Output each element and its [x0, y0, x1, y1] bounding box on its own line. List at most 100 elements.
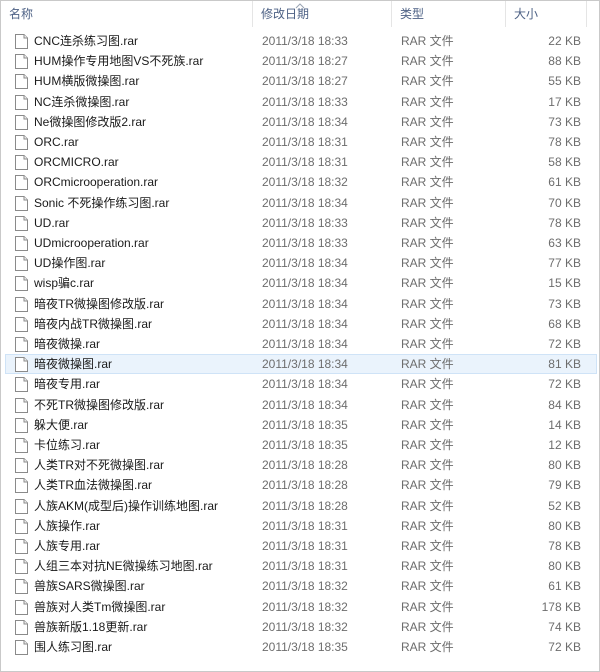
- file-row[interactable]: CNC连杀练习图.rar 2011/3/18 18:33 RAR 文件 22 KB: [5, 31, 597, 51]
- file-type: RAR 文件: [401, 34, 454, 48]
- file-icon: [15, 175, 28, 191]
- file-type: RAR 文件: [401, 114, 454, 129]
- file-size: 61 KB: [548, 175, 581, 190]
- column-header-size[interactable]: 大小: [506, 1, 586, 27]
- file-icon: [15, 74, 28, 90]
- file-icon: [15, 114, 28, 130]
- file-size: 14 KB: [548, 417, 581, 432]
- file-size: 15 KB: [548, 276, 581, 291]
- file-name: 不死TR微操图修改版.rar: [34, 397, 164, 412]
- file-row[interactable]: HUM横版微操图.rar 2011/3/18 18:27 RAR 文件 55 KB: [5, 71, 597, 91]
- file-row[interactable]: ORCMICRO.rar 2011/3/18 18:31 RAR 文件 58 KB: [5, 152, 597, 172]
- file-modified-date: 2011/3/18 18:33: [262, 236, 348, 250]
- file-size: 73 KB: [548, 114, 581, 129]
- column-divider[interactable]: [586, 1, 587, 27]
- file-icon: [15, 619, 28, 635]
- file-size: 52 KB: [548, 498, 581, 513]
- file-type: RAR 文件: [401, 94, 454, 109]
- file-row[interactable]: 暗夜专用.rar 2011/3/18 18:34 RAR 文件 72 KB: [5, 374, 597, 394]
- file-name: 暗夜微操.rar: [34, 337, 101, 351]
- file-icon: [15, 559, 28, 575]
- file-row[interactable]: 兽族新版1.18更新.rar 2011/3/18 18:32 RAR 文件 74 KB: [5, 617, 597, 637]
- column-header-name[interactable]: 名称: [1, 1, 252, 27]
- file-icon: [15, 316, 28, 332]
- file-row[interactable]: 暗夜微操.rar 2011/3/18 18:34 RAR 文件 72 KB: [5, 334, 597, 354]
- file-name: UD.rar: [34, 215, 70, 230]
- file-name: 人族操作.rar: [34, 518, 101, 533]
- file-name: Sonic 不死操作练习图.rar: [34, 195, 170, 210]
- file-size: 78 KB: [548, 135, 581, 149]
- file-type: RAR 文件: [401, 256, 454, 271]
- file-row[interactable]: 躲大便.rar 2011/3/18 18:35 RAR 文件 14 KB: [5, 415, 597, 435]
- column-header-date[interactable]: 修改日期: [253, 1, 391, 27]
- file-modified-date: 2011/3/18 18:33: [262, 34, 348, 48]
- file-modified-date: 2011/3/18 18:34: [262, 357, 348, 372]
- file-type: RAR 文件: [401, 296, 454, 311]
- file-size: 70 KB: [548, 195, 581, 210]
- file-modified-date: 2011/3/18 18:28: [262, 498, 348, 513]
- file-row[interactable]: UDmicrooperation.rar 2011/3/18 18:33 RAR 文…: [5, 233, 597, 253]
- file-modified-date: 2011/3/18 18:28: [262, 458, 348, 473]
- file-icon: [15, 276, 28, 292]
- file-size: 17 KB: [548, 94, 581, 109]
- file-modified-date: 2011/3/18 18:33: [262, 94, 348, 109]
- file-name: 人组三本对抗NE微操练习地图.rar: [34, 559, 213, 574]
- file-size: 58 KB: [548, 155, 581, 170]
- file-name: 暗夜专用.rar: [34, 377, 101, 392]
- file-row[interactable]: 人组三本对抗NE微操练习地图.rar 2011/3/18 18:31 RAR 文件 8…: [5, 556, 597, 576]
- file-icon: [15, 458, 28, 474]
- file-row[interactable]: 暗夜内战TR微操图.rar 2011/3/18 18:34 RAR 文件 68 KB: [5, 314, 597, 334]
- file-name: UDmicrooperation.rar: [34, 236, 149, 250]
- file-type: RAR 文件: [401, 458, 454, 473]
- file-modified-date: 2011/3/18 18:34: [262, 337, 348, 351]
- column-header-type[interactable]: 类型: [392, 1, 505, 27]
- file-icon: [15, 215, 28, 231]
- file-row[interactable]: 暗夜TR微操图修改版.rar 2011/3/18 18:34 RAR 文件 73 KB: [5, 294, 597, 314]
- file-icon: [15, 236, 28, 251]
- file-modified-date: 2011/3/18 18:31: [262, 135, 348, 149]
- file-row[interactable]: 人族操作.rar 2011/3/18 18:31 RAR 文件 80 KB: [5, 516, 597, 536]
- file-row[interactable]: 围人练习图.rar 2011/3/18 18:35 RAR 文件 72 KB: [5, 637, 597, 657]
- file-row[interactable]: UD.rar 2011/3/18 18:33 RAR 文件 78 KB: [5, 213, 597, 233]
- file-row[interactable]: 暗夜微操图.rar 2011/3/18 18:34 RAR 文件 81 KB: [5, 354, 597, 375]
- file-modified-date: 2011/3/18 18:34: [262, 256, 348, 271]
- file-row[interactable]: ORCmicrooperation.rar 2011/3/18 18:32 RAR …: [5, 172, 597, 192]
- file-row[interactable]: UD操作图.rar 2011/3/18 18:34 RAR 文件 77 KB: [5, 253, 597, 273]
- file-row[interactable]: 卡位练习.rar 2011/3/18 18:35 RAR 文件 12 KB: [5, 435, 597, 455]
- file-row[interactable]: ORC.rar 2011/3/18 18:31 RAR 文件 78 KB: [5, 132, 597, 152]
- file-row[interactable]: 人族专用.rar 2011/3/18 18:31 RAR 文件 78 KB: [5, 536, 597, 556]
- file-type: RAR 文件: [401, 498, 454, 513]
- file-size: 12 KB: [548, 438, 581, 452]
- file-name: 人类TR对不死微操图.rar: [34, 458, 164, 473]
- file-icon: [15, 135, 28, 150]
- file-row[interactable]: wisp骗c.rar 2011/3/18 18:34 RAR 文件 15 KB: [5, 273, 597, 293]
- file-modified-date: 2011/3/18 18:32: [262, 579, 348, 594]
- file-size: 72 KB: [548, 640, 581, 654]
- file-type: RAR 文件: [401, 518, 454, 533]
- file-type: RAR 文件: [401, 276, 454, 291]
- file-modified-date: 2011/3/18 18:31: [262, 518, 348, 533]
- file-row[interactable]: 人类TR血法微操图.rar 2011/3/18 18:28 RAR 文件 79 KB: [5, 475, 597, 495]
- file-size: 61 KB: [548, 579, 581, 594]
- file-size: 79 KB: [548, 478, 581, 493]
- file-icon: [15, 599, 28, 615]
- file-row[interactable]: 兽族对人类Tm微操图.rar 2011/3/18 18:32 RAR 文件 178 K…: [5, 597, 597, 617]
- file-icon: [15, 417, 28, 433]
- file-row[interactable]: 不死TR微操图修改版.rar 2011/3/18 18:34 RAR 文件 84 KB: [5, 395, 597, 415]
- file-modified-date: 2011/3/18 18:34: [262, 397, 348, 412]
- file-name: 兽族SARS微操图.rar: [34, 579, 145, 594]
- file-size: 78 KB: [548, 539, 581, 553]
- file-row[interactable]: Sonic 不死操作练习图.rar 2011/3/18 18:34 RAR 文件 70…: [5, 193, 597, 213]
- file-type: RAR 文件: [401, 316, 454, 331]
- file-size: 73 KB: [548, 296, 581, 311]
- file-row[interactable]: Ne微操图修改版2.rar 2011/3/18 18:34 RAR 文件 73 KB: [5, 112, 597, 132]
- file-row[interactable]: 人族AKM(成型后)操作训练地图.rar 2011/3/18 18:28 RAR 文…: [5, 496, 597, 516]
- file-row[interactable]: 人类TR对不死微操图.rar 2011/3/18 18:28 RAR 文件 80 KB: [5, 455, 597, 475]
- file-name: ORCmicrooperation.rar: [34, 175, 159, 190]
- file-size: 78 KB: [548, 215, 581, 230]
- file-row[interactable]: 兽族SARS微操图.rar 2011/3/18 18:32 RAR 文件 61 KB: [5, 576, 597, 596]
- file-row[interactable]: HUM操作专用地图VS不死族.rar 2011/3/18 18:27 RAR 文件 8…: [5, 51, 597, 71]
- file-row[interactable]: NC连杀微操图.rar 2011/3/18 18:33 RAR 文件 17 KB: [5, 92, 597, 112]
- file-name: Ne微操图修改版2.rar: [34, 114, 147, 129]
- file-type: RAR 文件: [401, 478, 454, 493]
